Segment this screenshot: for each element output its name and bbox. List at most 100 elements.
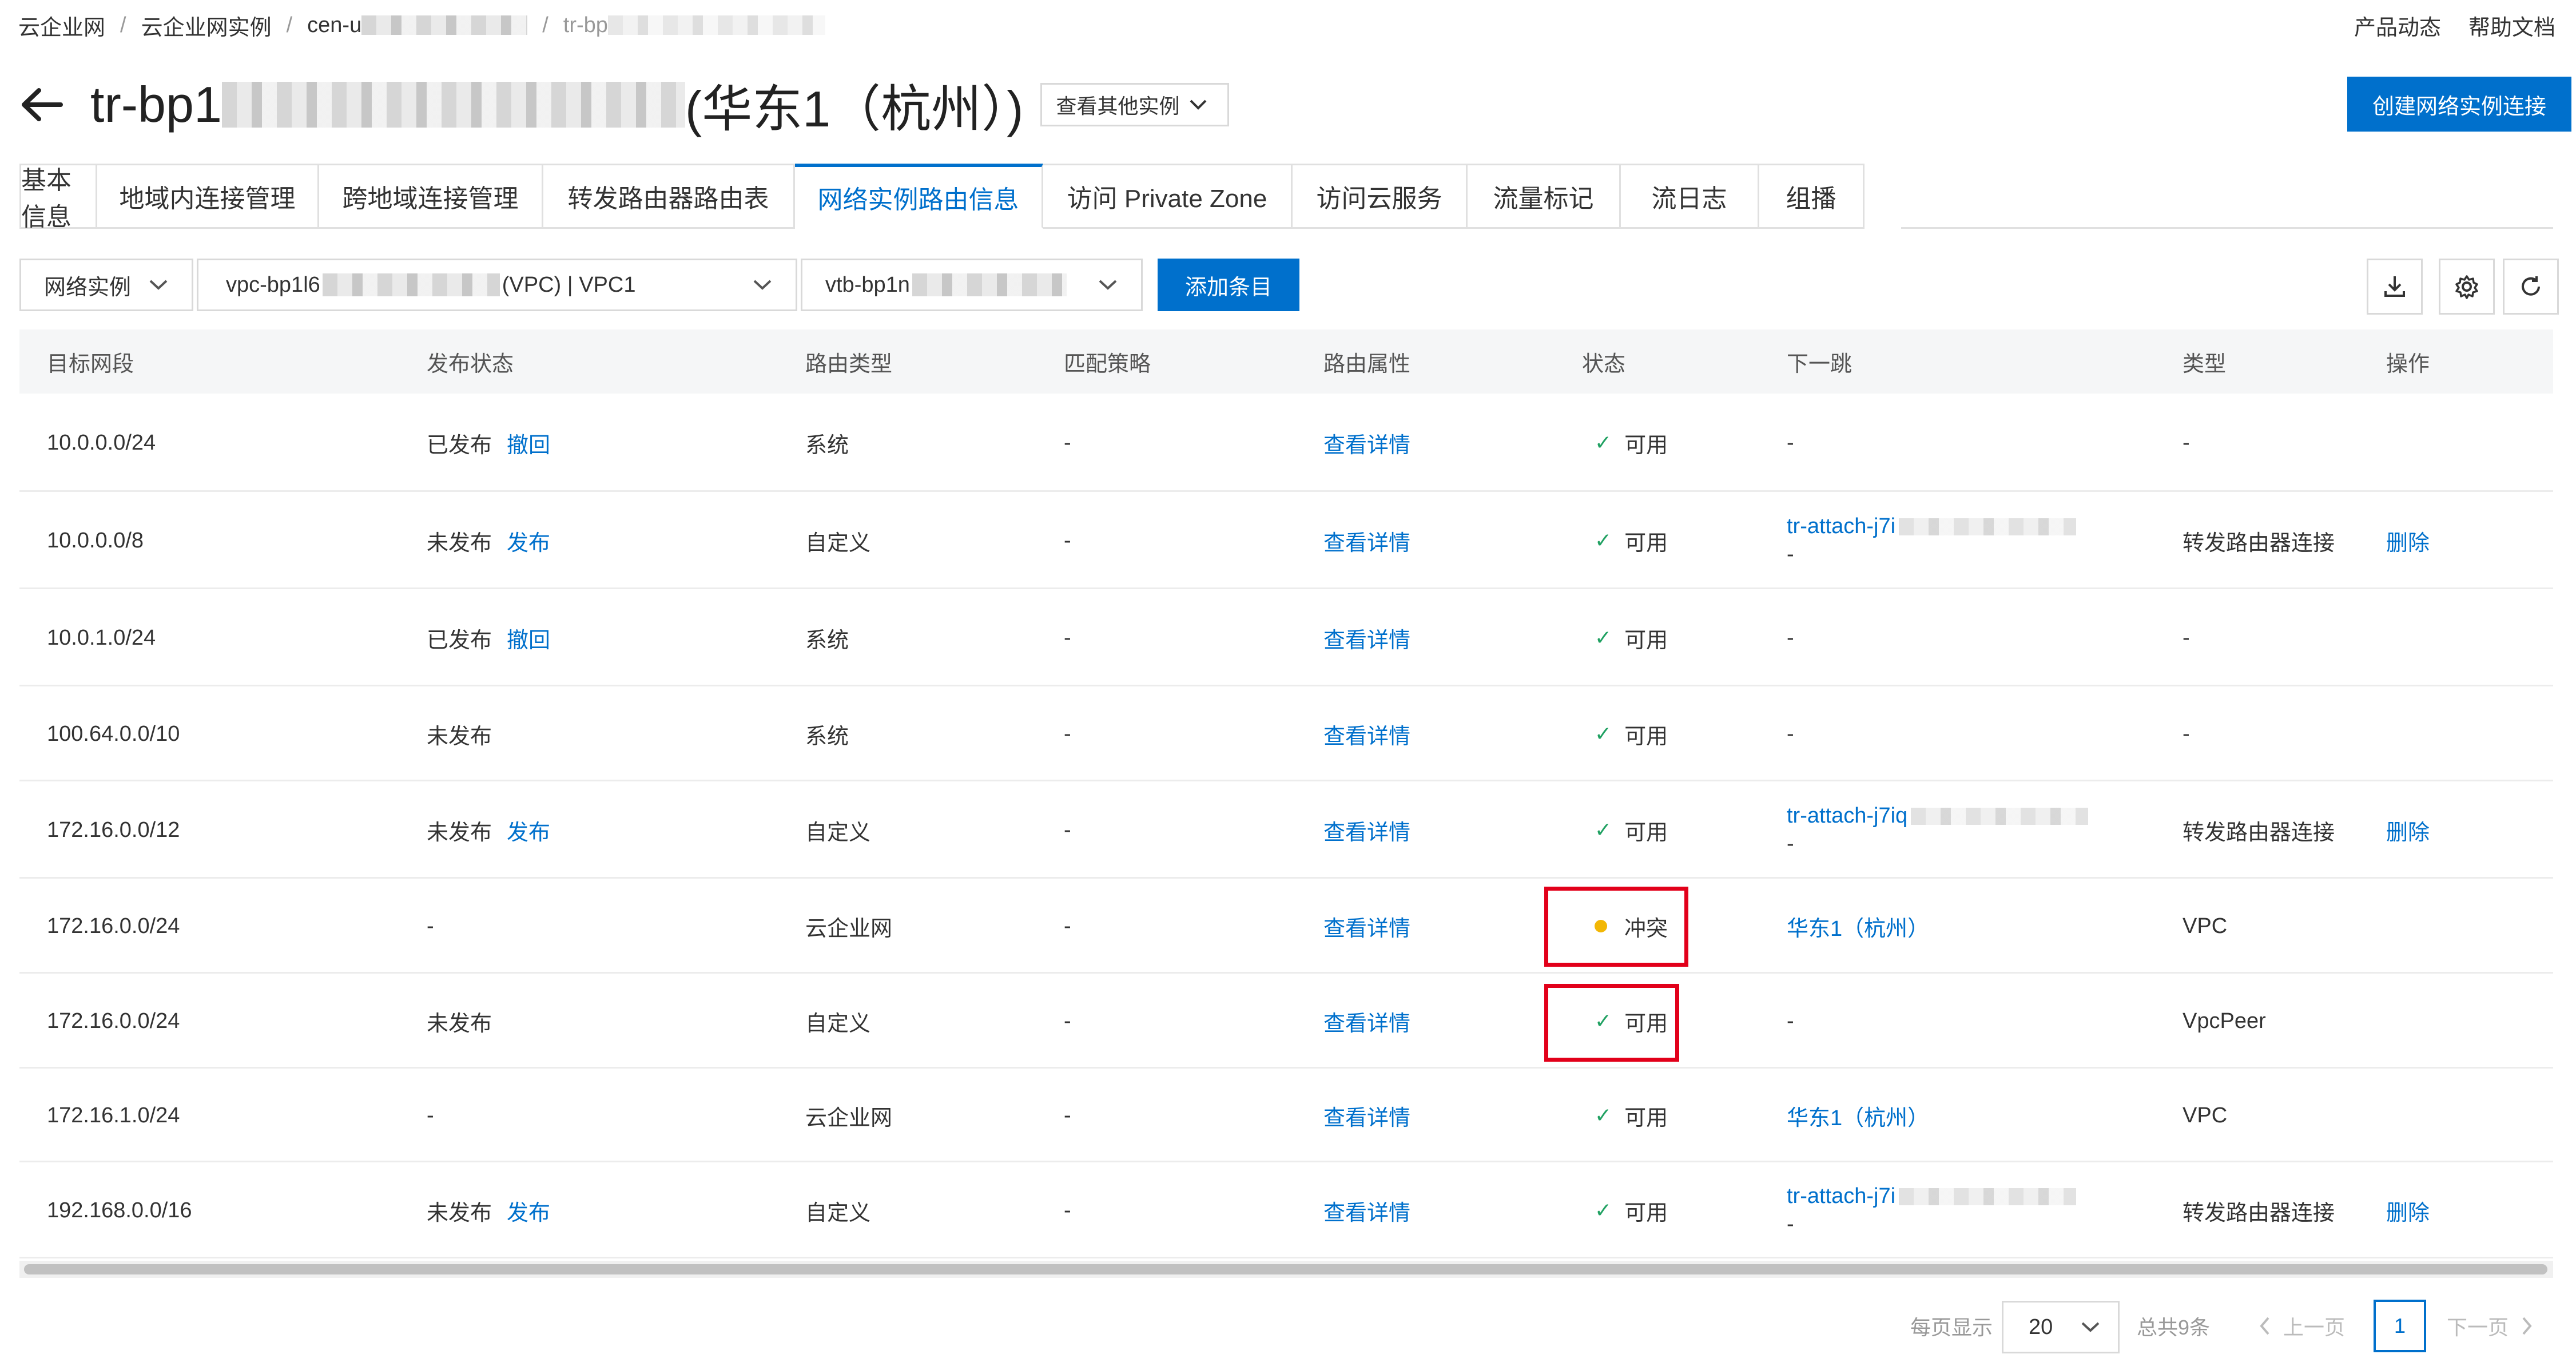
cell-route-attribute: 查看详情 <box>1323 394 1410 492</box>
type-value: VPC <box>2183 1103 2228 1127</box>
tab-basic-info[interactable]: 基本信息 <box>19 164 97 231</box>
next-hop-link[interactable]: 华东1（杭州） <box>1787 1100 1929 1131</box>
view-details-link[interactable]: 查看详情 <box>1323 718 1410 750</box>
tab-cloud-services[interactable]: 访问云服务 <box>1293 164 1468 229</box>
publish-status-value: - <box>427 1103 434 1127</box>
switch-instance-button[interactable]: 查看其他实例 <box>1040 83 1230 126</box>
view-details-link[interactable]: 查看详情 <box>1323 1006 1410 1037</box>
cell-next-hop: - <box>1787 589 1794 686</box>
publish-action-link[interactable]: 发布 <box>507 815 550 846</box>
publish-status-value: 已发布 <box>427 628 492 653</box>
cidr-value: 10.0.1.0/24 <box>47 625 156 650</box>
delete-link[interactable]: 删除 <box>2386 1195 2430 1226</box>
publish-action-link[interactable]: 撤回 <box>507 622 550 654</box>
product-news-link[interactable]: 产品动态 <box>2354 10 2441 41</box>
cell-route-attribute: 查看详情 <box>1323 1162 1410 1258</box>
cell-route-type: 自定义 <box>805 974 870 1069</box>
route-table-select[interactable]: vtb-bp1n <box>801 259 1143 311</box>
instance-type-select[interactable]: 网络实例 <box>19 259 193 311</box>
type-value: 转发路由器连接 <box>2183 820 2335 845</box>
chevron-down-icon <box>1099 280 1117 290</box>
tab-intra-region-connections[interactable]: 地域内连接管理 <box>97 164 319 229</box>
route-type-value: 云企业网 <box>805 1106 893 1130</box>
page-title: tr-bp1 (华东1（杭州）) <box>90 69 1023 141</box>
tab-cross-region-connections[interactable]: 跨地域连接管理 <box>319 164 543 229</box>
cell-route-attribute: 查看详情 <box>1323 879 1410 974</box>
delete-link[interactable]: 删除 <box>2386 815 2430 846</box>
next-hop-link[interactable]: tr-attach-j7iq <box>1787 804 1907 828</box>
publish-action-link[interactable]: 发布 <box>507 1195 550 1226</box>
cell-match-policy: - <box>1064 394 1071 492</box>
help-docs-link[interactable]: 帮助文档 <box>2468 10 2555 41</box>
next-hop-link[interactable]: tr-attach-j7i <box>1787 514 1895 539</box>
view-details-link[interactable]: 查看详情 <box>1323 911 1410 942</box>
next-hop-link[interactable]: 华东1（杭州） <box>1787 911 1929 942</box>
next-page-button[interactable]: 下一页 <box>2447 1300 2534 1352</box>
status-value: 可用 <box>1624 433 1668 458</box>
page-header: tr-bp1 (华东1（杭州）) 查看其他实例 <box>16 62 1230 148</box>
view-details-link[interactable]: 查看详情 <box>1323 1195 1410 1226</box>
back-arrow-icon[interactable] <box>16 79 67 130</box>
delete-link[interactable]: 删除 <box>2386 525 2430 557</box>
settings-button[interactable] <box>2439 259 2495 315</box>
redacted-block <box>322 273 500 296</box>
publish-status-value: 未发布 <box>427 1201 492 1225</box>
route-type-value: 云企业网 <box>805 916 893 941</box>
refresh-button[interactable] <box>2503 259 2559 315</box>
cell-route-attribute: 查看详情 <box>1323 781 1410 879</box>
tab-private-zone[interactable]: 访问 Private Zone <box>1043 164 1293 229</box>
tab-flow-logs[interactable]: 流日志 <box>1621 164 1759 229</box>
cell-next-hop: tr-attach-j7i - <box>1787 1162 2077 1258</box>
next-hop-link[interactable]: tr-attach-j7i <box>1787 1184 1895 1209</box>
top-links: 产品动态 帮助文档 <box>2354 8 2555 42</box>
cell-type: 转发路由器连接 <box>2183 781 2335 879</box>
tab-tr-route-tables[interactable]: 转发路由器路由表 <box>543 164 795 229</box>
add-entry-button[interactable]: 添加条目 <box>1158 259 1299 311</box>
type-value: 转发路由器连接 <box>2183 531 2335 555</box>
cell-status: ✓ 可用 <box>1595 686 1668 781</box>
cell-status: ✓ 可用 <box>1595 394 1668 492</box>
download-button[interactable] <box>2367 259 2423 315</box>
cell-type: VPC <box>2183 1069 2227 1162</box>
breadcrumb-item-cen-instances[interactable]: 云企业网实例 <box>141 10 272 41</box>
status-value: 可用 <box>1624 724 1668 749</box>
redacted-block <box>912 273 1067 296</box>
create-connection-button[interactable]: 创建网络实例连接 <box>2347 77 2571 132</box>
view-details-link[interactable]: 查看详情 <box>1323 622 1410 654</box>
view-details-link[interactable]: 查看详情 <box>1323 427 1410 459</box>
view-details-link[interactable]: 查看详情 <box>1323 525 1410 557</box>
route-type-value: 自定义 <box>805 1201 871 1225</box>
cell-route-type: 自定义 <box>805 492 870 589</box>
publish-action-link[interactable]: 撤回 <box>507 427 550 459</box>
tab-multicast[interactable]: 组播 <box>1759 164 1865 229</box>
next-hop-value: - <box>1787 625 1794 650</box>
cell-publish-status: 已发布 撤回 <box>427 589 550 686</box>
prev-page-button[interactable]: 上一页 <box>2258 1300 2345 1352</box>
horizontal-scrollbar-thumb[interactable] <box>24 1264 2547 1274</box>
breadcrumb-separator: / <box>120 13 126 37</box>
column-header-next-hop: 下一跳 <box>1787 352 1853 376</box>
tab-instance-routes[interactable]: 网络实例路由信息 <box>795 164 1043 229</box>
cell-type: VpcPeer <box>2183 974 2266 1069</box>
column-header-actions: 操作 <box>2386 352 2430 376</box>
page-number-current[interactable]: 1 <box>2374 1300 2426 1352</box>
per-page-select[interactable]: 20 <box>2002 1301 2120 1353</box>
table-row-divider <box>19 490 2553 492</box>
cell-cidr: 10.0.1.0/24 <box>47 589 156 686</box>
breadcrumb-item-cen-id[interactable]: cen-u <box>307 13 361 38</box>
cell-publish-status: 已发布 撤回 <box>427 394 550 492</box>
prev-page-label: 上一页 <box>2283 1316 2346 1339</box>
view-details-link[interactable]: 查看详情 <box>1323 815 1410 846</box>
tab-traffic-marking[interactable]: 流量标记 <box>1468 164 1621 229</box>
vpc-select[interactable]: vpc-bp1l6 (VPC) | VPC1 <box>197 259 797 311</box>
publish-action-link[interactable]: 发布 <box>507 525 550 557</box>
cidr-value: 10.0.0.0/24 <box>47 430 156 455</box>
breadcrumb-item-cen[interactable]: 云企业网 <box>18 10 105 41</box>
redacted-block <box>607 15 825 35</box>
cell-status: ✓ 可用 <box>1595 1069 1668 1162</box>
table-row-divider <box>19 972 2553 974</box>
cell-match-policy: - <box>1064 1162 1071 1258</box>
view-details-link[interactable]: 查看详情 <box>1323 1100 1410 1131</box>
table-row-divider <box>19 1257 2553 1258</box>
chevron-left-icon <box>2260 1317 2269 1335</box>
